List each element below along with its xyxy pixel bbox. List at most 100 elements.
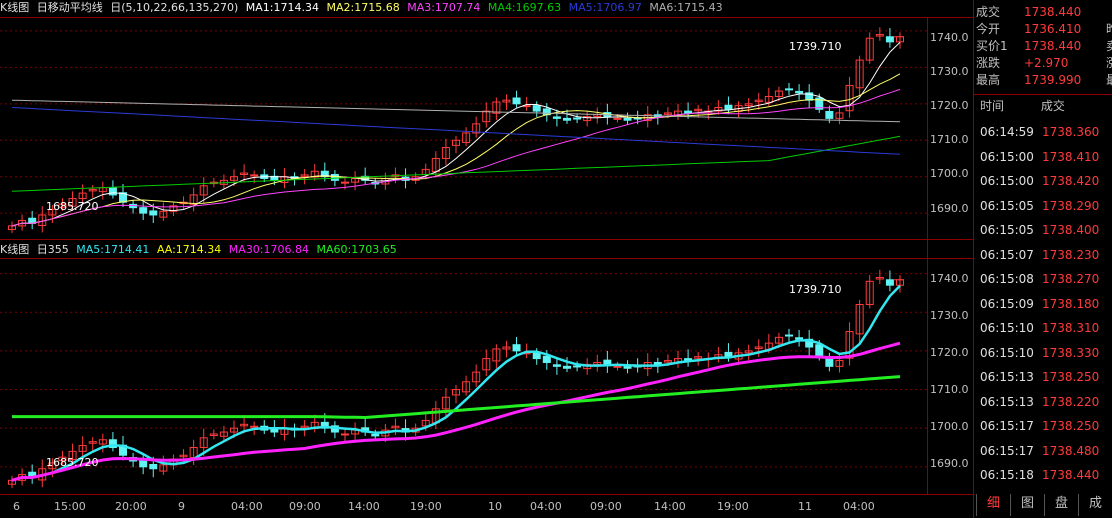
candle-body — [149, 463, 158, 470]
trade-time: 06:15:05 — [980, 198, 1034, 213]
candle-body — [603, 359, 612, 365]
quote-row-open: 今开 1736.410 — [976, 22, 1082, 36]
candle-body — [330, 174, 339, 181]
lower-low-label: 1685.720 — [46, 456, 99, 469]
y-tick: 1710.0 — [930, 133, 969, 146]
trade-row: 06:15:00 1738.410 — [976, 146, 1099, 169]
candle-body — [552, 116, 561, 119]
candle-body — [825, 358, 834, 367]
x-tick: 14:00 — [654, 500, 686, 513]
candle-body — [139, 460, 148, 468]
trade-price: 1738.480 — [1042, 443, 1100, 458]
trade-time: 06:15:10 — [980, 345, 1034, 360]
candle-body — [552, 364, 561, 367]
candle-body — [623, 365, 632, 369]
candle-body — [542, 355, 551, 363]
trade-time: 06:15:10 — [980, 321, 1034, 335]
trade-row: 06:15:08 1738.270 — [976, 268, 1099, 291]
trade-time: 06:15:13 — [980, 370, 1034, 384]
y-tick: 1700.0 — [930, 167, 969, 180]
upper-panel-header: K线图 日移动平均线 日(5,10,22,66,135,270) MA1:171… — [0, 0, 727, 16]
y-tick: 1700.0 — [930, 420, 969, 433]
trade-row: 06:14:59 1738.360 — [976, 121, 1099, 144]
trade-row: 06:15:13 1738.220 — [976, 391, 1099, 414]
x-tick: 6 — [13, 500, 20, 513]
x-tick: 20:00 — [115, 500, 147, 513]
ma6-value: MA6:1715.43 — [649, 1, 723, 14]
candle-body — [785, 334, 793, 337]
tab-detail[interactable]: 细 — [976, 494, 1010, 516]
y-tick: 1690.0 — [930, 457, 969, 470]
trade-price: 1738.400 — [1042, 223, 1100, 237]
trade-row: 06:15:17 1738.250 — [976, 415, 1099, 438]
ma4-value: MA4:1697.63 — [487, 1, 562, 14]
candle-body — [885, 36, 894, 43]
trade-price: 1738.270 — [1042, 272, 1100, 286]
candle-body — [825, 110, 834, 119]
trade-price: 1738.250 — [1042, 370, 1100, 384]
x-tick: 10 — [488, 500, 502, 513]
trade-list-header: 时间 成交 — [980, 97, 1065, 114]
candle-body — [785, 88, 793, 91]
candle-body — [815, 344, 824, 358]
trade-time: 06:15:18 — [980, 468, 1034, 482]
candle-body — [613, 117, 622, 120]
y-tick: 1740.0 — [930, 272, 969, 285]
lower-ma5-value: MA5:1714.41 — [76, 243, 150, 256]
trade-price: 1738.440 — [1042, 468, 1100, 482]
candle-body — [885, 279, 894, 286]
time-column-header: 时间 — [980, 99, 1005, 113]
x-tick: 09:00 — [289, 500, 321, 513]
tab-chart[interactable]: 图 — [1010, 494, 1044, 516]
x-tick: 19:00 — [717, 500, 749, 513]
quote-extra-label: 昨 — [1106, 21, 1112, 38]
lower-panel-title: K线图 — [0, 243, 30, 256]
candle-body — [532, 352, 541, 360]
upper-high-label: 1739.710 — [789, 40, 842, 53]
trade-price: 1738.220 — [1042, 394, 1100, 409]
tab-orderbook[interactable]: 盘 — [1044, 494, 1078, 516]
candle-body — [795, 337, 804, 340]
candle-body — [613, 365, 622, 368]
candle-body — [512, 97, 521, 105]
candle-body — [532, 105, 541, 112]
side-panel-tabs: 细 图 盘 成 — [976, 494, 1112, 516]
trade-price: 1738.420 — [1042, 174, 1100, 188]
quote-extra-label: 卖 — [1106, 38, 1112, 55]
upper-low-label: 1685.720 — [46, 200, 99, 213]
quote-row-last: 成交 1738.440 — [976, 5, 1082, 19]
candle-body — [341, 181, 349, 184]
ma-indicator-name[interactable]: 日移动平均线 — [37, 1, 103, 14]
aa-value: AA:1714.34 — [156, 243, 222, 256]
trade-time: 06:15:00 — [980, 174, 1034, 188]
x-tick: 04:00 — [843, 500, 875, 513]
trade-row: 06:15:10 1738.330 — [976, 342, 1099, 365]
x-tick: 14:00 — [348, 500, 380, 513]
trade-time: 06:15:08 — [980, 272, 1034, 286]
trade-time: 06:15:00 — [980, 149, 1034, 164]
x-tick: 9 — [178, 500, 185, 513]
quote-extra-label: 涨 — [1106, 55, 1112, 72]
y-tick: 1740.0 — [930, 31, 969, 44]
trade-time: 06:15:17 — [980, 419, 1034, 433]
y-tick: 1720.0 — [930, 99, 969, 112]
lower-period[interactable]: 日355 — [37, 243, 69, 256]
trade-time: 06:15:07 — [980, 247, 1034, 262]
trade-row: 06:15:18 1738.440 — [976, 464, 1099, 487]
trade-row: 06:15:00 1738.420 — [976, 170, 1099, 193]
quote-row-high: 最高 1739.990 — [976, 73, 1082, 87]
trade-row: 06:15:05 1738.400 — [976, 219, 1099, 242]
candle-body — [623, 117, 632, 121]
trade-price: 1738.330 — [1042, 345, 1100, 360]
tab-trades[interactable]: 成 — [1078, 494, 1112, 516]
trade-price: 1738.360 — [1042, 125, 1100, 139]
ma60-value: MA60:1703.65 — [316, 243, 397, 256]
y-tick: 1730.0 — [930, 309, 969, 322]
candle-body — [108, 187, 117, 196]
x-tick: 09:00 — [590, 500, 622, 513]
trade-row: 06:15:09 1738.180 — [976, 293, 1099, 316]
trade-row: 06:15:05 1738.290 — [976, 195, 1099, 218]
candle-body — [371, 433, 380, 437]
trade-row: 06:15:17 1738.480 — [976, 440, 1099, 463]
trade-time: 06:15:05 — [980, 223, 1034, 237]
